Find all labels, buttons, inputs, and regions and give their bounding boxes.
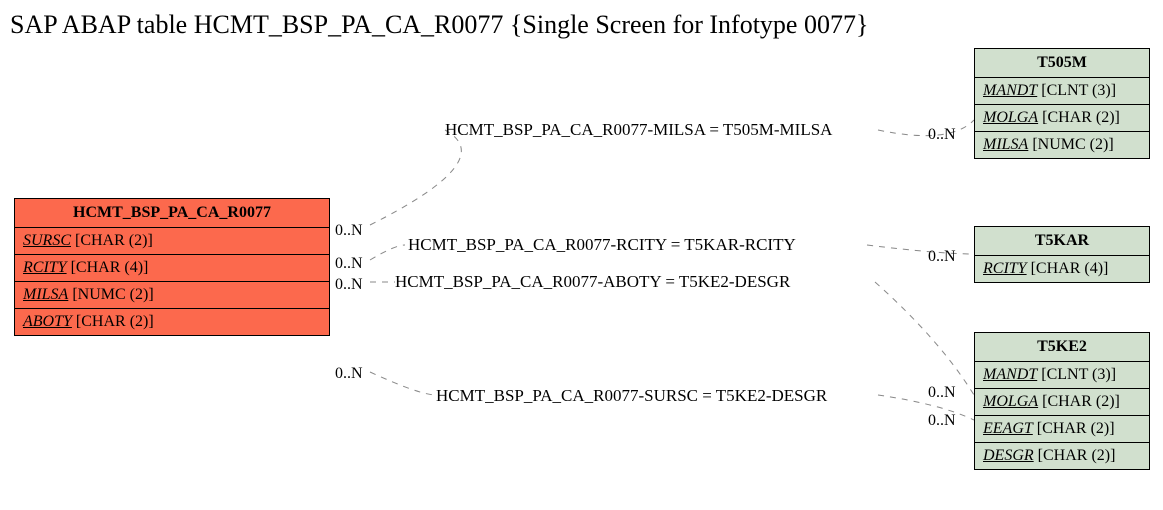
table-field-row: MILSA [NUMC (2)]	[15, 282, 329, 309]
table-field-row: RCITY [CHAR (4)]	[15, 255, 329, 282]
table-header: T5KE2	[975, 333, 1149, 362]
relation-label: HCMT_BSP_PA_CA_R0077-SURSC = T5KE2-DESGR	[436, 386, 827, 406]
table-field-row: DESGR [CHAR (2)]	[975, 443, 1149, 469]
field-type: [NUMC (2)]	[72, 286, 153, 303]
field-name: MANDT	[983, 82, 1037, 99]
table-field-row: RCITY [CHAR (4)]	[975, 256, 1149, 282]
field-name: RCITY	[983, 260, 1027, 277]
field-type: [CHAR (2)]	[1042, 109, 1120, 126]
field-type: [CHAR (2)]	[1037, 420, 1115, 437]
cardinality-label: 0..N	[928, 248, 956, 266]
table-field-row: ABOTY [CHAR (2)]	[15, 309, 329, 335]
table-field-row: MANDT [CLNT (3)]	[975, 78, 1149, 105]
cardinality-label: 0..N	[335, 276, 363, 294]
table-header: T505M	[975, 49, 1149, 78]
table-field-row: EEAGT [CHAR (2)]	[975, 416, 1149, 443]
field-name: MANDT	[983, 366, 1037, 383]
field-type: [CHAR (2)]	[76, 313, 154, 330]
field-type: [NUMC (2)]	[1032, 136, 1113, 153]
cardinality-label: 0..N	[335, 222, 363, 240]
cardinality-label: 0..N	[928, 126, 956, 144]
cardinality-label: 0..N	[928, 384, 956, 402]
relation-label: HCMT_BSP_PA_CA_R0077-RCITY = T5KAR-RCITY	[408, 235, 796, 255]
field-name: RCITY	[23, 259, 67, 276]
relation-label: HCMT_BSP_PA_CA_R0077-ABOTY = T5KE2-DESGR	[395, 272, 790, 292]
table-field-row: MOLGA [CHAR (2)]	[975, 389, 1149, 416]
table-t5kar: T5KAR RCITY [CHAR (4)]	[974, 226, 1150, 283]
table-field-row: MILSA [NUMC (2)]	[975, 132, 1149, 158]
cardinality-label: 0..N	[928, 412, 956, 430]
table-field-row: SURSC [CHAR (2)]	[15, 228, 329, 255]
page-title: SAP ABAP table HCMT_BSP_PA_CA_R0077 {Sin…	[10, 10, 868, 40]
table-field-row: MANDT [CLNT (3)]	[975, 362, 1149, 389]
field-type: [CHAR (2)]	[1042, 393, 1120, 410]
field-type: [CHAR (4)]	[1031, 260, 1109, 277]
field-name: MOLGA	[983, 393, 1038, 410]
field-type: [CLNT (3)]	[1041, 366, 1116, 383]
field-type: [CLNT (3)]	[1041, 82, 1116, 99]
field-name: MOLGA	[983, 109, 1038, 126]
field-type: [CHAR (4)]	[71, 259, 149, 276]
field-name: EEAGT	[983, 420, 1033, 437]
table-hcmt-bsp-pa-ca-r0077: HCMT_BSP_PA_CA_R0077 SURSC [CHAR (2)] RC…	[14, 198, 330, 336]
cardinality-label: 0..N	[335, 255, 363, 273]
field-name: SURSC	[23, 232, 71, 249]
table-header: T5KAR	[975, 227, 1149, 256]
field-type: [CHAR (2)]	[1038, 447, 1116, 464]
table-t505m: T505M MANDT [CLNT (3)] MOLGA [CHAR (2)] …	[974, 48, 1150, 159]
cardinality-label: 0..N	[335, 365, 363, 383]
table-t5ke2: T5KE2 MANDT [CLNT (3)] MOLGA [CHAR (2)] …	[974, 332, 1150, 470]
relation-label: HCMT_BSP_PA_CA_R0077-MILSA = T505M-MILSA	[445, 120, 832, 140]
field-name: MILSA	[983, 136, 1028, 153]
field-name: MILSA	[23, 286, 68, 303]
field-name: DESGR	[983, 447, 1034, 464]
table-field-row: MOLGA [CHAR (2)]	[975, 105, 1149, 132]
table-header: HCMT_BSP_PA_CA_R0077	[15, 199, 329, 228]
field-type: [CHAR (2)]	[75, 232, 153, 249]
field-name: ABOTY	[23, 313, 72, 330]
